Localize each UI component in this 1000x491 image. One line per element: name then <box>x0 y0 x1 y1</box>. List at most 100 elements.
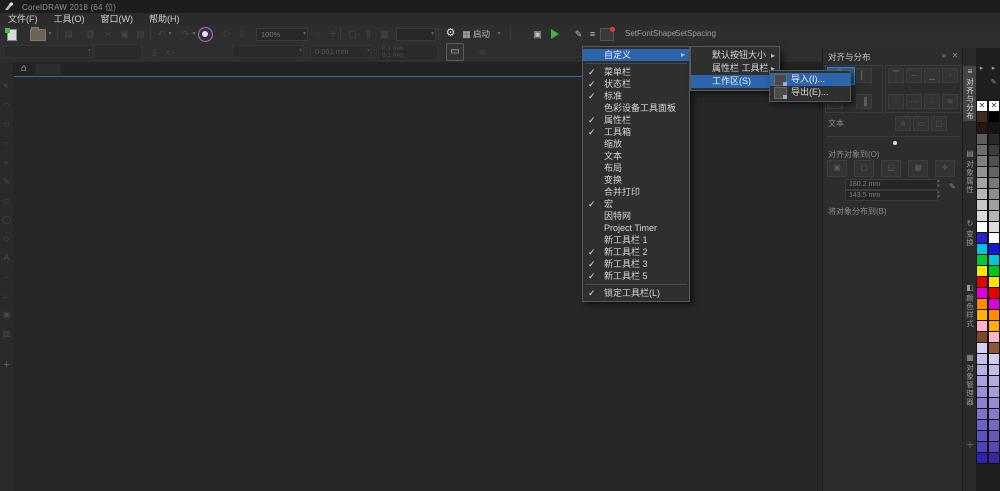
custom-button-setfontshape[interactable]: SetFontShape <box>622 28 679 40</box>
context-menu-item-7[interactable]: ✓ 工具箱 <box>583 126 689 138</box>
show-grid-icon[interactable]: ▦ <box>378 28 391 40</box>
distribute-left-button[interactable]: ⋮ <box>888 94 904 109</box>
context-menu-item-16[interactable]: 新工具栏 1 <box>583 234 689 246</box>
search-content-icon[interactable]: ⊙ <box>220 28 233 40</box>
launch-label[interactable]: 启动 <box>473 28 490 40</box>
context-menu-item-21[interactable]: ✓ 锁定工具栏(L) <box>583 287 689 299</box>
menubar-item-2[interactable]: 窗口(W) <box>93 13 142 26</box>
portrait-icon[interactable]: ▯ <box>148 46 161 58</box>
align-center-v-button[interactable]: ─ <box>906 68 922 83</box>
snap-to-dropdown[interactable]: ▾ <box>396 28 436 41</box>
options-gear-icon[interactable]: ⚙ <box>444 27 457 40</box>
customize-submenu-item-1[interactable]: 属性栏 工具栏 ▸ <box>691 62 779 75</box>
nudge-stepper[interactable]: 0.001 mm ▾ <box>310 45 372 58</box>
distribute-center-button[interactable]: ⋯ <box>906 94 922 109</box>
ellipse-tool-icon[interactable]: ◯ <box>0 213 13 227</box>
align-option-button[interactable]: ▫ <box>942 68 958 83</box>
palette-swatch[interactable] <box>988 452 1000 464</box>
align-center-h-button[interactable]: ▎ <box>856 68 872 83</box>
point-x-field[interactable]: 180.2 mm <box>845 179 938 190</box>
macro-list-icon[interactable]: ≡ <box>586 28 599 40</box>
print-icon[interactable]: ▥ <box>84 28 97 40</box>
docker-tab-1[interactable]: ▤ 对象属性 <box>963 148 977 194</box>
shape-tool-icon[interactable]: ◠ <box>0 99 13 113</box>
workspace-submenu-item-1[interactable]: 导出(E)... <box>770 86 850 99</box>
align-top-button[interactable]: ▔ <box>888 68 904 83</box>
welcome-screen-icon[interactable] <box>198 27 213 42</box>
customize-submenu-item-0[interactable]: 默认按钮大小 ▸ <box>691 49 779 62</box>
align-to-point-button[interactable]: ✛ <box>935 160 955 177</box>
cut-icon[interactable]: ✂ <box>102 28 115 40</box>
menubar-item-1[interactable]: 工具(O) <box>46 13 93 26</box>
undo-dropdown-arrow-icon[interactable]: ▾ <box>166 28 174 40</box>
polygon-tool-icon[interactable]: ◇ <box>0 232 13 246</box>
import-icon[interactable]: ⇩ <box>236 28 249 40</box>
context-menu-item-19[interactable]: ✓ 新工具栏 5 <box>583 270 689 282</box>
docker-tab-3[interactable]: ◧ 颜色样式 <box>963 282 977 328</box>
palette-scroll-arrow-icon[interactable]: ▸ <box>988 64 999 74</box>
workspace-submenu-item-0[interactable]: 导入(I)... <box>770 73 850 86</box>
units-dropdown[interactable]: ▾ <box>232 45 304 58</box>
context-menu-item-13[interactable]: ✓ 宏 <box>583 198 689 210</box>
quick-customize-strip-plus-icon[interactable]: ＋ <box>963 438 977 451</box>
point-y-field[interactable]: 143.5 mm <box>845 190 938 201</box>
menubar-item-3[interactable]: 帮助(H) <box>141 13 188 26</box>
align-to-page-center-button[interactable]: ◱ <box>881 160 901 177</box>
align-to-grid-button[interactable]: ▦ <box>908 160 928 177</box>
welcome-home-icon[interactable]: ⌂ <box>17 63 31 75</box>
docker-tab-2[interactable]: ↻ 变换 <box>963 218 977 247</box>
paste-icon[interactable]: ▧ <box>134 28 147 40</box>
new-document-icon[interactable] <box>5 28 18 41</box>
quick-customize-plus-icon[interactable]: ⊕ <box>476 46 489 58</box>
launcher-grid-icon[interactable]: ▦ <box>460 28 473 40</box>
docker-tab-4[interactable]: ▦ 对象管理器 <box>963 352 977 407</box>
page-dimensions-stepper[interactable] <box>94 44 142 61</box>
context-menu-item-9[interactable]: 文本 <box>583 150 689 162</box>
launch-dropdown-arrow-icon[interactable]: ▾ <box>495 28 503 40</box>
align-to-page-edge-button[interactable]: ▢ <box>854 160 874 177</box>
artistic-media-tool-icon[interactable]: ✎ <box>0 175 13 189</box>
zoom-tool-icon[interactable]: ○ <box>0 137 13 151</box>
transparency-tool-icon[interactable]: ▨ <box>0 327 13 341</box>
context-menu-item-5[interactable]: 色彩设备工具面板 <box>583 102 689 114</box>
run-macro-icon[interactable] <box>551 29 559 39</box>
context-menu-item-0[interactable]: 自定义 ▸ <box>583 49 689 61</box>
text-outline-button[interactable]: ▢ <box>931 116 947 131</box>
specify-point-icon[interactable]: ✎ <box>949 182 956 191</box>
palette-eyedropper-icon[interactable]: ✎ <box>988 78 999 88</box>
open-dropdown-arrow-icon[interactable]: ▾ <box>46 28 54 40</box>
document-tab[interactable] <box>35 64 61 75</box>
context-menu-item-14[interactable]: 因特网 <box>583 210 689 222</box>
pan-tool-icon[interactable]: ＋ <box>326 28 339 40</box>
align-bottom-button[interactable]: ▁ <box>924 68 940 83</box>
open-folder-icon[interactable] <box>30 27 46 41</box>
context-menu-item-10[interactable]: 布局 <box>583 162 689 174</box>
show-rulers-icon[interactable]: ∥ <box>362 28 375 40</box>
drop-shadow-tool-icon[interactable]: ▣ <box>0 308 13 322</box>
align-right-button[interactable]: ▐ <box>856 94 872 109</box>
redo-dropdown-arrow-icon[interactable]: ▾ <box>190 28 198 40</box>
align-to-active-object-button[interactable]: ▣ <box>827 160 847 177</box>
add-tool-button[interactable]: ＋ <box>0 358 13 372</box>
duplicate-distance-stepper[interactable]: 0.1 mm 0.1 mm <box>378 44 438 61</box>
text-first-baseline-button[interactable]: a <box>895 116 911 131</box>
page-frame-icon[interactable]: ▭ <box>446 43 464 61</box>
context-menu-item-8[interactable]: 缩放 <box>583 138 689 150</box>
window-layout-icon[interactable]: ▣ <box>531 28 544 40</box>
docker-close-icon[interactable]: ✕ <box>950 51 960 60</box>
dimension-tool-icon[interactable]: ↔ <box>0 270 13 284</box>
text-tool-icon[interactable]: A <box>0 251 13 265</box>
freehand-tool-icon[interactable]: ≈ <box>0 156 13 170</box>
context-menu-item-17[interactable]: ✓ 新工具栏 2 <box>583 246 689 258</box>
palette-swatch[interactable] <box>976 452 988 464</box>
text-bounding-box-button[interactable]: ▭ <box>913 116 929 131</box>
context-menu-item-3[interactable]: ✓ 状态栏 <box>583 78 689 90</box>
context-menu-item-12[interactable]: 合并打印 <box>583 186 689 198</box>
record-macro-icon[interactable] <box>600 27 615 41</box>
context-menu-item-15[interactable]: Project Timer <box>583 222 689 234</box>
context-menu-item-6[interactable]: ✓ 属性栏 <box>583 114 689 126</box>
palette-scroll-arrow-icon[interactable]: ▸ <box>976 64 987 74</box>
menubar-item-0[interactable]: 文件(F) <box>0 13 46 26</box>
copy-icon[interactable]: ▣ <box>118 28 131 40</box>
crop-tool-icon[interactable]: □ <box>0 118 13 132</box>
